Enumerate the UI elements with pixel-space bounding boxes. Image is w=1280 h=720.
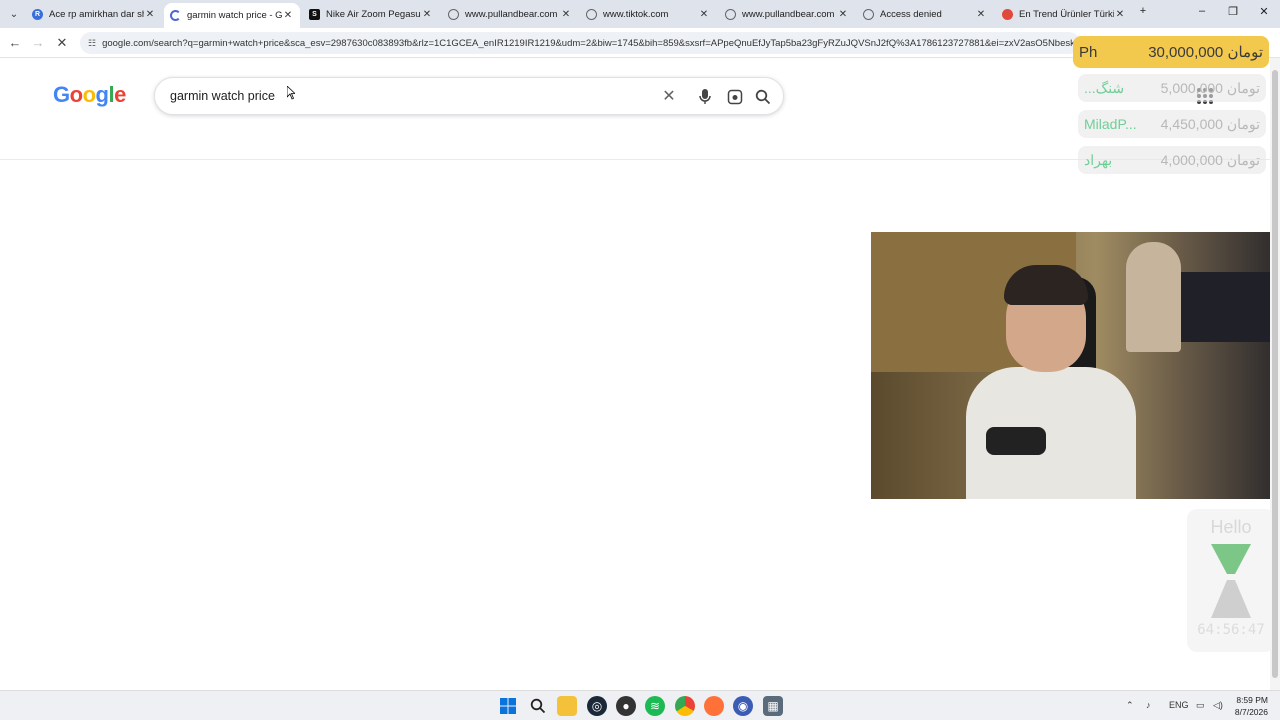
timer-label: Hello [1210,517,1252,537]
loading-icon [170,10,181,21]
new-tab-icon[interactable]: + [1133,5,1153,17]
globe-icon [863,8,874,20]
donation-amount: 5,000,000 تومان [1160,79,1260,96]
microphone-icon[interactable] [695,87,715,107]
tab-2-active[interactable]: garmin watch price - Goo ✕ [164,3,300,28]
site-info-icon[interactable]: ☷ [88,38,96,49]
close-tab-icon[interactable]: ✕ [837,9,849,20]
webcam-background [1181,272,1280,342]
screen: ⌄ R Ace rp amirkhan dar shah ✕ garmin wa… [0,0,1280,720]
close-tab-icon[interactable]: ✕ [698,9,710,20]
red-circle-icon [1002,8,1013,20]
tab-title: Access denied [880,8,942,20]
tab-title: garmin watch price - Goo [187,10,282,21]
tab-4[interactable]: www.pullandbear.com ✕ [442,3,578,25]
blue-circle-icon: R [32,8,43,20]
donation-alert: MiladP... 4,450,000 تومان [1078,110,1266,138]
tab-5[interactable]: www.tiktok.com ✕ [580,3,716,25]
tab-title: www.pullandbear.com [465,8,558,20]
clock-time: 8:59 PM [1236,695,1268,705]
tab-title: www.pullandbear.com [742,8,835,20]
calculator-icon[interactable]: ▦ [763,696,783,716]
logo-letter: G [53,82,70,107]
app-icon[interactable]: ● [616,696,636,716]
windows-start-icon[interactable] [498,696,518,716]
donation-amount: 4,000,000 تومان [1160,151,1260,168]
s-square-icon: S [309,8,320,20]
close-window-icon[interactable]: ✕ [1254,5,1274,18]
clear-search-icon[interactable]: ✕ [659,87,679,107]
close-tab-icon[interactable]: ✕ [975,9,987,20]
stop-loading-icon[interactable]: ✕ [52,33,72,53]
logo-letter: o [69,82,83,107]
address-bar-url: google.com/search?q=garmin+watch+price&s… [102,37,1080,49]
tab-title: Ace rp amirkhan dar shah [49,8,144,20]
donation-alert: بهراد 4,000,000 تومان [1078,146,1266,174]
file-explorer-icon[interactable] [557,696,577,716]
spotify-icon[interactable]: ≋ [645,696,665,716]
close-tab-icon[interactable]: ✕ [1114,9,1126,20]
back-icon[interactable]: ← [5,33,25,53]
address-bar[interactable]: ☷ google.com/search?q=garmin+watch+price… [80,32,1080,54]
network-icon[interactable]: ▭ [1196,700,1205,711]
microphone-tray-icon[interactable]: ♪ [1146,700,1151,710]
search-input[interactable]: garmin watch price [170,89,275,103]
donation-amount: 4,450,000 تومان [1160,115,1260,132]
donation-alert-top: Ph 30,000,000 تومان [1073,36,1269,68]
donor-name: MiladP... [1084,116,1137,132]
google-logo[interactable]: Google [53,82,126,108]
search-icon[interactable] [753,87,773,107]
microphone [986,427,1046,455]
globe-icon [586,8,597,20]
tab-1[interactable]: R Ace rp amirkhan dar shah ✕ [26,3,162,25]
logo-letter: e [114,82,126,107]
language-indicator[interactable]: ENG [1169,700,1189,710]
chrome-icon[interactable] [675,696,695,716]
minimize-icon[interactable]: – [1192,5,1212,17]
timer-value: 64:56:47 [1197,622,1265,638]
close-tab-icon[interactable]: ✕ [421,9,433,20]
tab-7[interactable]: Access denied ✕ [857,3,993,25]
forward-icon[interactable]: → [28,33,48,53]
tab-3[interactable]: S Nike Air Zoom Pegasus 3 ✕ [303,3,439,25]
mouse-cursor-icon [287,86,295,100]
close-tab-icon[interactable]: ✕ [560,9,572,20]
volume-icon[interactable]: ◁) [1213,700,1223,711]
tab-strip: ⌄ R Ace rp amirkhan dar shah ✕ garmin wa… [0,0,1280,28]
search-box[interactable]: garmin watch price ✕ [154,77,784,115]
steam-icon[interactable]: ◎ [587,696,607,716]
tab-title: En Trend Ürünler Türkiye [1019,8,1114,20]
donor-name: بهراد [1084,151,1113,168]
globe-icon [448,8,459,20]
webcam-overlay [871,232,1280,499]
webcam-streamer [966,257,1136,499]
tab-6[interactable]: www.pullandbear.com ✕ [719,3,855,25]
donation-alert: ...شنگ 5,000,000 تومان [1078,74,1266,102]
maximize-icon[interactable]: ❐ [1223,5,1243,18]
system-clock[interactable]: 8:59 PM 8/7/2026 [1232,694,1268,718]
tab-title: Nike Air Zoom Pegasus 3 [326,8,421,20]
hourglass-icon [1211,544,1251,618]
globe-icon [725,8,736,20]
tab-8[interactable]: En Trend Ürünler Türkiye ✕ [996,3,1132,25]
scrollbar-thumb[interactable] [1272,70,1278,678]
page-scrollbar[interactable] [1270,58,1280,690]
app-icon[interactable]: ◉ [733,696,753,716]
close-tab-icon[interactable]: ✕ [282,10,294,21]
firefox-icon[interactable] [704,696,724,716]
clock-date: 8/7/2026 [1234,707,1268,717]
tab-title: www.tiktok.com [603,8,669,20]
tab-search-chevron-icon[interactable]: ⌄ [4,4,24,24]
donor-name: Ph [1079,43,1098,61]
logo-letter: g [95,82,109,107]
donation-amount: 30,000,000 تومان [1148,44,1263,61]
donor-name: ...شنگ [1084,79,1125,96]
logo-letter: o [82,82,96,107]
show-hidden-icons-icon[interactable]: ⌃ [1126,700,1134,711]
camera-search-icon[interactable] [725,87,745,107]
close-tab-icon[interactable]: ✕ [144,9,156,20]
taskbar: ◎ ● ≋ ◉ ▦ ⌃ ♪ ENG ▭ ◁) 8:59 PM 8/7/2026 [0,690,1280,720]
search-icon[interactable] [528,696,548,716]
countdown-widget: Hello 64:56:47 [1187,509,1275,652]
